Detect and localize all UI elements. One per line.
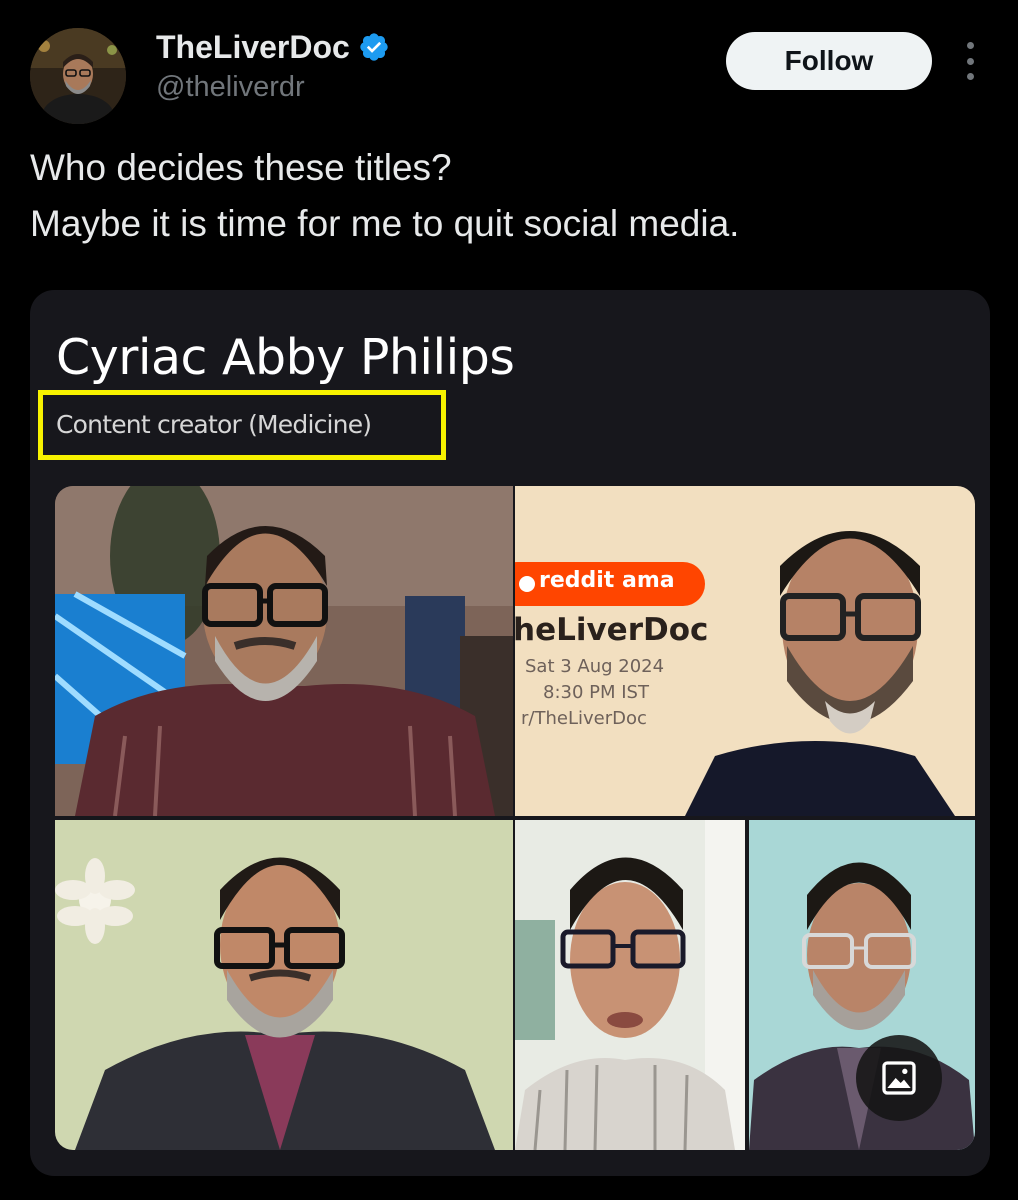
ama-name: heLiverDoc bbox=[515, 612, 709, 648]
dot bbox=[966, 73, 974, 80]
tweet-line: Who decides these titles? bbox=[30, 147, 452, 188]
dot bbox=[966, 57, 974, 65]
media-attachment[interactable]: Cyriac Abby Philips Content creator (Med… bbox=[30, 290, 990, 1176]
tweet-page: TheLiverDoc @theliverdr Follow Who decid… bbox=[0, 0, 1018, 1200]
ama-subreddit: r/TheLiverDoc bbox=[521, 708, 647, 729]
photo-suit bbox=[55, 820, 513, 1150]
ama-brand: reddit ama bbox=[539, 568, 675, 593]
display-name[interactable]: TheLiverDoc bbox=[156, 28, 350, 66]
tweet-line: Maybe it is time for me to quit social m… bbox=[30, 203, 740, 244]
author-info[interactable]: TheLiverDoc @theliverdr bbox=[156, 28, 390, 106]
more-options-icon[interactable] bbox=[956, 38, 984, 84]
user-handle[interactable]: @theliverdr bbox=[156, 68, 390, 106]
avatar[interactable] bbox=[30, 28, 126, 124]
image-indicator[interactable] bbox=[856, 1035, 942, 1121]
dot bbox=[966, 42, 974, 49]
display-name-row: TheLiverDoc bbox=[156, 28, 390, 66]
tweet-text: Who decides these titles? Maybe it is ti… bbox=[30, 140, 990, 252]
photo-check-shirt bbox=[515, 820, 745, 1150]
photo-reddit-ama: reddit ama heLiverDoc Sat 3 Aug 2024 8:3… bbox=[515, 486, 975, 816]
knowledge-panel-title: Cyriac Abby Philips bbox=[56, 329, 515, 386]
ama-date: Sat 3 Aug 2024 bbox=[525, 656, 665, 677]
avatar-image bbox=[30, 28, 126, 124]
verified-badge-icon[interactable] bbox=[358, 31, 390, 63]
follow-button[interactable]: Follow bbox=[726, 32, 932, 90]
ama-time: 8:30 PM IST bbox=[543, 682, 649, 703]
knowledge-panel-subtitle: Content creator (Medicine) bbox=[56, 410, 372, 439]
image-icon bbox=[882, 1061, 916, 1095]
photo-studio bbox=[55, 486, 513, 816]
